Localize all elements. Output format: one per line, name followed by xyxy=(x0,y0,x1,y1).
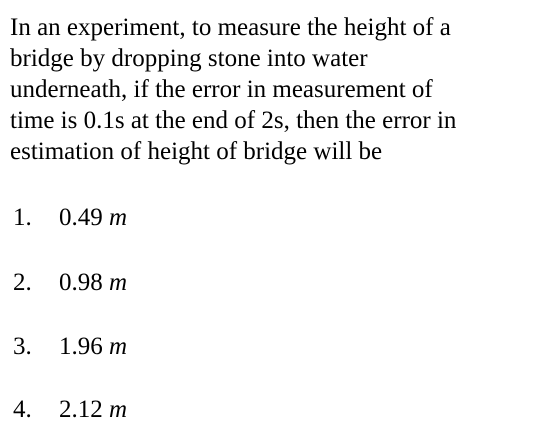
option-number: 3. xyxy=(13,333,32,360)
answer-options: 1. 0.49 m 2. 0.98 m 3. 1.96 m 4. 2.12 m xyxy=(0,0,550,435)
option-2[interactable]: 2. 0.98 m xyxy=(13,268,127,298)
option-unit: m xyxy=(109,269,128,296)
option-unit: m xyxy=(109,204,128,231)
option-number: 4. xyxy=(13,396,32,423)
option-unit: m xyxy=(109,333,128,360)
option-number: 2. xyxy=(13,269,32,296)
option-value: 0.49 xyxy=(59,204,103,231)
option-value: 0.98 xyxy=(59,269,103,296)
option-number: 1. xyxy=(13,204,32,231)
option-1[interactable]: 1. 0.49 m xyxy=(13,203,127,233)
option-4[interactable]: 4. 2.12 m xyxy=(13,395,127,425)
option-value: 2.12 xyxy=(59,396,103,423)
option-3[interactable]: 3. 1.96 m xyxy=(13,332,127,362)
option-value: 1.96 xyxy=(59,333,103,360)
option-unit: m xyxy=(109,396,128,423)
